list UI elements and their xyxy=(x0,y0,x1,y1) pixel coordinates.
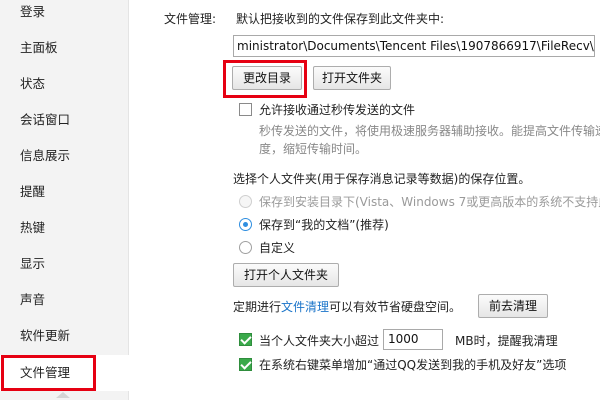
custom-location-label: 自定义 xyxy=(259,241,296,255)
sidebar-item-main-panel[interactable]: 主面板 xyxy=(0,30,129,66)
go-cleanup-button[interactable]: 前去清理 xyxy=(478,294,548,318)
open-personal-folder-button[interactable]: 打开个人文件夹 xyxy=(233,263,339,287)
cleanup-hint: 定期进行文件清理可以有效节省硬盘空间。 xyxy=(233,298,461,315)
size-alert-prefix: 当个人文件夹大小超过 xyxy=(259,334,380,348)
sidebar-item-info-display[interactable]: 信息展示 xyxy=(0,138,129,174)
sidebar-item-status[interactable]: 状态 xyxy=(0,66,129,102)
size-alert-checkbox[interactable] xyxy=(239,333,252,346)
allow-flash-transfer-label: 允许接收通过秒传发送的文件 xyxy=(259,103,416,117)
sidebar-item-file-management[interactable]: 文件管理 xyxy=(0,355,129,391)
save-to-my-documents-radio[interactable] xyxy=(239,218,252,231)
sidebar-item-chat-window[interactable]: 会话窗口 xyxy=(0,102,129,138)
sidebar-item-reminders[interactable]: 提醒 xyxy=(0,174,129,210)
receive-folder-path-field[interactable]: ministrator\Documents\Tencent Files\1907… xyxy=(233,35,595,57)
change-directory-button[interactable]: 更改目录 xyxy=(232,66,302,90)
cleanup-suffix: 可以有效节省硬盘空间。 xyxy=(329,300,462,314)
context-menu-label: 在系统右键菜单增加“通过QQ发送到我的手机及好友”选项 xyxy=(259,358,567,372)
allow-flash-transfer-checkbox[interactable] xyxy=(239,103,252,116)
settings-sidebar: 登录 主面板 状态 会话窗口 信息展示 提醒 热键 显示 声音 软件更新 文件管… xyxy=(0,0,129,400)
personal-folder-heading: 选择个人文件夹(用于保存消息记录等数据)的保存位置。 xyxy=(233,172,531,186)
save-to-install-dir-label: 保存到安装目录下(Vista、Windows 7或更高版本的系统不支持此 xyxy=(259,195,600,209)
sidebar-item-hotkeys[interactable]: 热键 xyxy=(0,210,129,246)
custom-location-radio[interactable] xyxy=(239,241,252,254)
sidebar-item-software-update[interactable]: 软件更新 xyxy=(0,318,129,354)
scroll-up-arrow-icon[interactable] xyxy=(56,392,70,398)
flash-help-text-line1: 秒传发送的文件，将使用极速服务器辅助接收。能提高文件传输速 xyxy=(259,124,600,138)
file-management-label: 文件管理: xyxy=(164,12,217,26)
size-limit-input[interactable]: 1000 xyxy=(383,329,443,350)
context-menu-checkbox[interactable] xyxy=(239,358,252,371)
save-to-my-documents-label: 保存到“我的文档”(推荐) xyxy=(259,218,389,232)
flash-help-text-line2: 度，缩短传输时间。 xyxy=(259,142,368,156)
open-folder-button[interactable]: 打开文件夹 xyxy=(313,66,391,90)
sidebar-item-login[interactable]: 登录 xyxy=(0,0,129,30)
sidebar-item-display[interactable]: 显示 xyxy=(0,246,129,282)
save-location-description: 默认把接收到的文件保存到此文件夹中: xyxy=(236,12,445,26)
size-alert-suffix: MB时，提醒我清理 xyxy=(455,334,558,348)
cleanup-prefix: 定期进行 xyxy=(233,300,282,314)
sidebar-item-sound[interactable]: 声音 xyxy=(0,282,129,318)
save-to-install-dir-radio[interactable] xyxy=(239,195,252,208)
file-cleanup-link[interactable]: 文件清理 xyxy=(281,300,329,314)
